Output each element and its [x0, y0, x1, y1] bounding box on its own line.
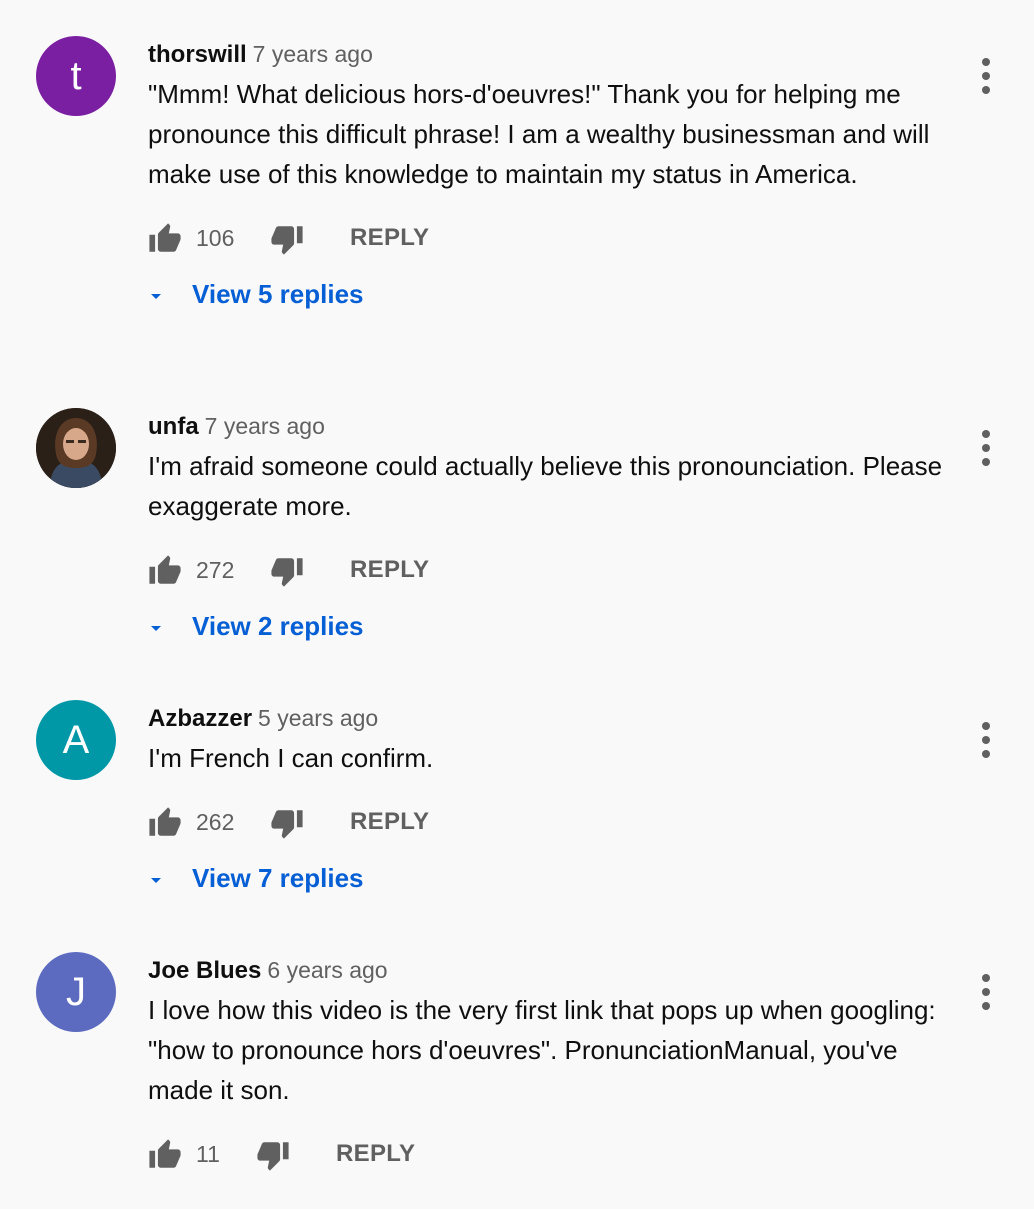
comment-header: Joe Blues 6 years ago: [148, 952, 948, 988]
more-vert-icon[interactable]: [972, 972, 1000, 1012]
thumb-up-icon[interactable]: [148, 1138, 182, 1172]
comment-body: unfa 7 years ago I'm afraid someone could…: [148, 408, 948, 646]
avatar[interactable]: J: [36, 952, 116, 1032]
user-photo-icon: [36, 408, 116, 488]
view-replies-button[interactable]: View 7 replies: [148, 858, 948, 898]
avatar[interactable]: t: [36, 36, 116, 116]
reply-button[interactable]: REPLY: [336, 1134, 415, 1174]
author-name[interactable]: Azbazzer: [148, 705, 252, 732]
view-replies-label: View 5 replies: [192, 279, 364, 309]
caret-down-icon: [151, 294, 161, 299]
comment-time[interactable]: 7 years ago: [253, 41, 373, 67]
thumb-up-icon[interactable]: [148, 806, 182, 840]
comment-body: Azbazzer 5 years ago I'm French I can con…: [148, 700, 948, 898]
reply-button[interactable]: REPLY: [350, 218, 429, 258]
comment-actions: 11 REPLY: [148, 1134, 948, 1174]
comment-text: I love how this video is the very first …: [148, 995, 936, 1105]
more-vert-icon[interactable]: [972, 428, 1000, 468]
thumb-up-icon[interactable]: [148, 222, 182, 256]
like-count: 11: [196, 1141, 220, 1167]
comment-body: Joe Blues 6 years ago I love how this vid…: [148, 952, 948, 1174]
view-replies-button[interactable]: View 5 replies: [148, 274, 948, 314]
comment-actions: 272 REPLY: [148, 550, 948, 590]
like-count: 262: [196, 809, 235, 835]
author-name[interactable]: thorswill: [148, 41, 247, 68]
comment-time[interactable]: 7 years ago: [205, 413, 325, 439]
thumb-down-icon[interactable]: [270, 222, 304, 256]
comment-actions: 262 REPLY: [148, 802, 948, 842]
comment-actions: 106 REPLY: [148, 218, 948, 258]
view-replies-label: View 7 replies: [192, 863, 364, 893]
like-count: 272: [196, 557, 235, 583]
author-name[interactable]: unfa: [148, 413, 199, 440]
avatar[interactable]: A: [36, 700, 116, 780]
view-replies-button[interactable]: View 2 replies: [148, 606, 948, 646]
comment-time[interactable]: 6 years ago: [267, 957, 387, 983]
reply-button[interactable]: REPLY: [350, 802, 429, 842]
caret-down-icon: [151, 626, 161, 631]
thumb-down-icon[interactable]: [256, 1138, 290, 1172]
reply-button[interactable]: REPLY: [350, 550, 429, 590]
comment-header: unfa 7 years ago: [148, 408, 948, 444]
caret-down-icon: [151, 878, 161, 883]
thumb-up-icon[interactable]: [148, 554, 182, 588]
comment-header: Azbazzer 5 years ago: [148, 700, 948, 736]
thumb-down-icon[interactable]: [270, 554, 304, 588]
comment-text: I'm French I can confirm.: [148, 743, 434, 773]
comment-body: thorswill 7 years ago "Mmm! What deliciou…: [148, 36, 948, 314]
comment-header: thorswill 7 years ago: [148, 36, 948, 72]
more-vert-icon[interactable]: [972, 56, 1000, 96]
comment-time[interactable]: 5 years ago: [258, 705, 378, 731]
like-count: 106: [196, 225, 235, 251]
more-vert-icon[interactable]: [972, 720, 1000, 760]
avatar[interactable]: [36, 408, 116, 488]
view-replies-label: View 2 replies: [192, 611, 364, 641]
author-name[interactable]: Joe Blues: [148, 957, 261, 984]
thumb-down-icon[interactable]: [270, 806, 304, 840]
comment-text: I'm afraid someone could actually believ…: [148, 451, 943, 521]
comment-text: "Mmm! What delicious hors-d'oeuvres!" Th…: [148, 79, 930, 189]
